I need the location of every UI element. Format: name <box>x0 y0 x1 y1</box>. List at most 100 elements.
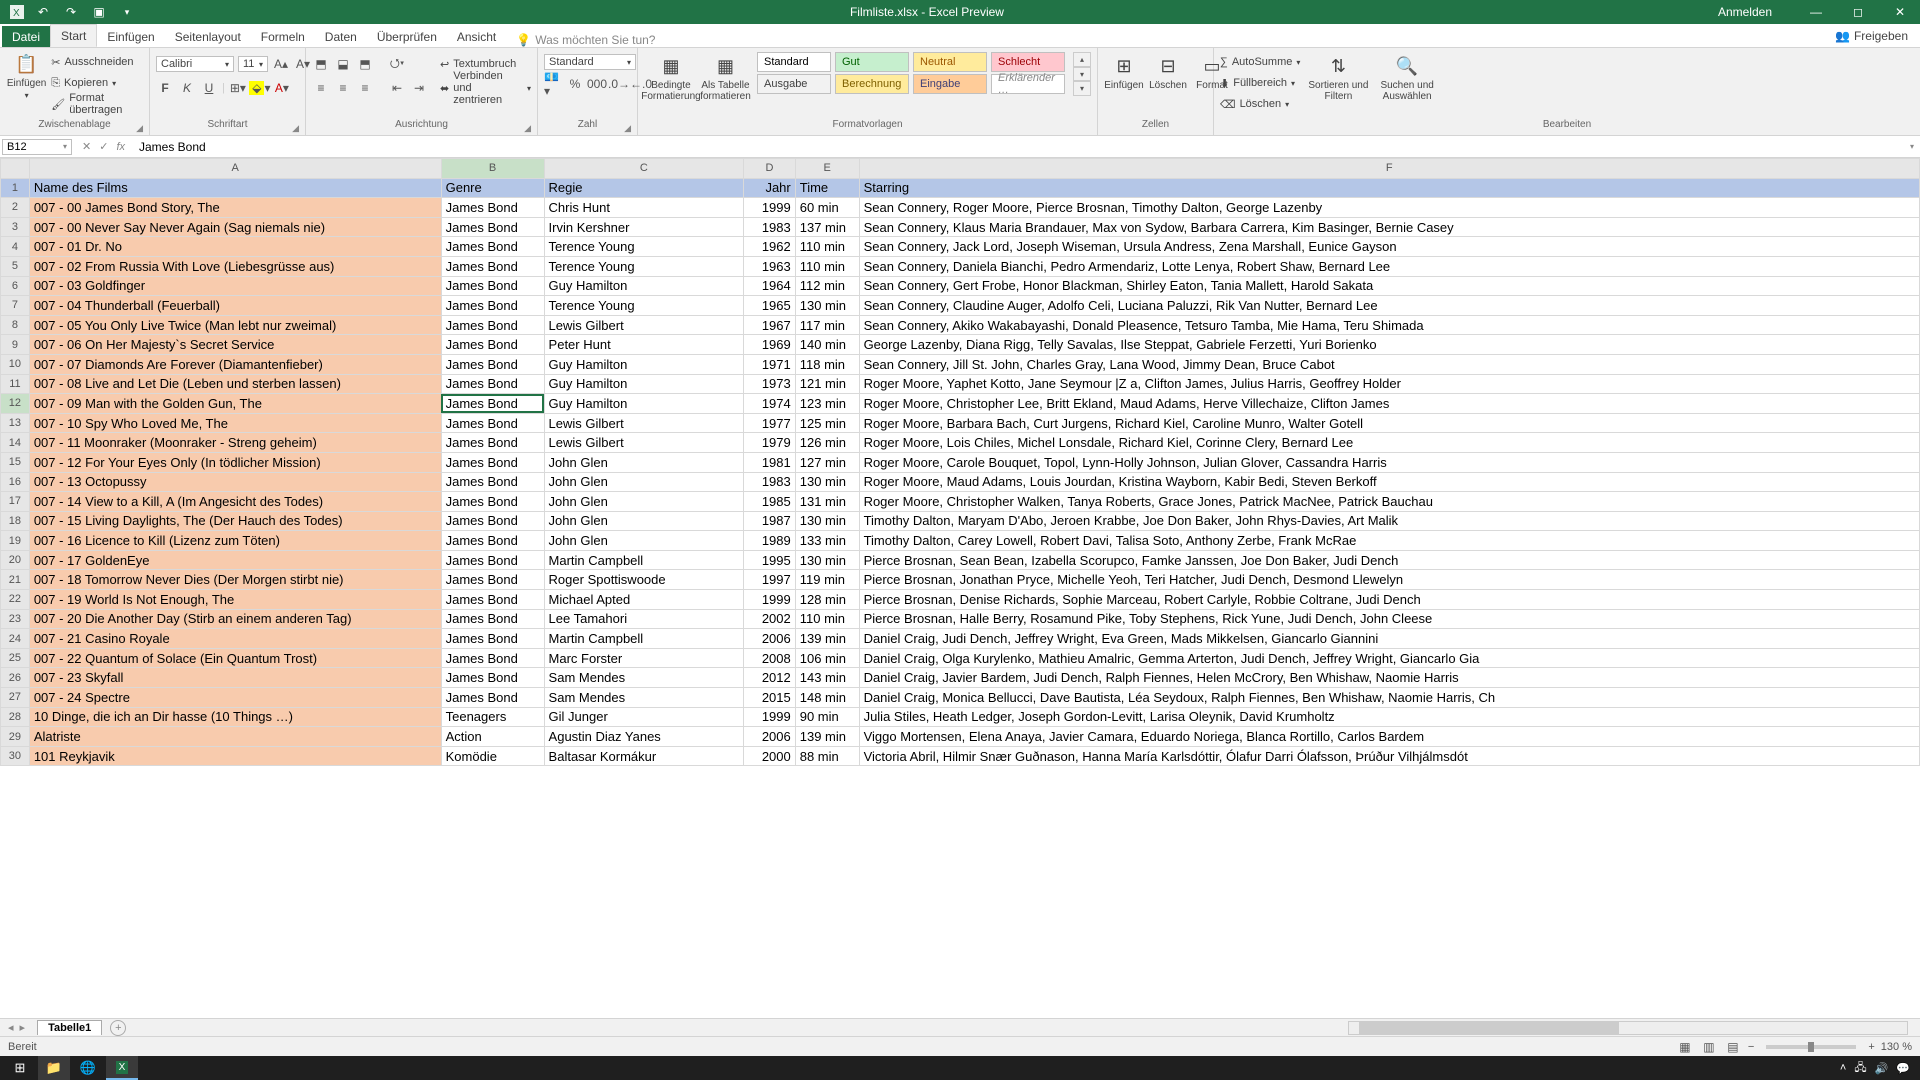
cell[interactable]: James Bond <box>441 688 544 708</box>
cell[interactable]: 007 - 13 Octopussy <box>29 472 441 492</box>
cell[interactable]: 1995 <box>744 550 795 570</box>
tab-page-layout[interactable]: Seitenlayout <box>165 26 251 47</box>
cell[interactable]: Irvin Kershner <box>544 217 744 237</box>
percent-icon[interactable]: % <box>566 75 584 93</box>
cell[interactable]: Daniel Craig, Javier Bardem, Judi Dench,… <box>859 668 1919 688</box>
cell[interactable]: 007 - 18 Tomorrow Never Dies (Der Morgen… <box>29 570 441 590</box>
column-header[interactable]: C <box>544 159 744 179</box>
cell[interactable]: 130 min <box>795 296 859 316</box>
cell[interactable]: 130 min <box>795 511 859 531</box>
cell[interactable]: James Bond <box>441 217 544 237</box>
cell[interactable]: Sean Connery, Jill St. John, Charles Gra… <box>859 354 1919 374</box>
tab-review[interactable]: Überprüfen <box>367 26 447 47</box>
cell[interactable]: George Lazenby, Diana Rigg, Telly Savala… <box>859 335 1919 355</box>
cell-style-pill[interactable]: Berechnung <box>835 74 909 94</box>
tab-insert[interactable]: Einfügen <box>97 26 164 47</box>
cell[interactable]: 1999 <box>744 198 795 218</box>
cell[interactable]: Roger Moore, Christopher Lee, Britt Ekla… <box>859 394 1919 414</box>
edge-browser-icon[interactable]: 🌐 <box>72 1056 104 1080</box>
cell[interactable]: Martin Campbell <box>544 629 744 649</box>
cell[interactable]: Guy Hamilton <box>544 394 744 414</box>
cell[interactable]: Sean Connery, Roger Moore, Pierce Brosna… <box>859 198 1919 218</box>
cell-style-pill[interactable]: Standard <box>757 52 831 72</box>
cell[interactable]: 130 min <box>795 550 859 570</box>
cell[interactable]: 2012 <box>744 668 795 688</box>
row-header[interactable]: 3 <box>1 217 30 237</box>
cell[interactable]: James Bond <box>441 550 544 570</box>
align-right-icon[interactable]: ≡ <box>356 79 374 97</box>
font-size-select[interactable]: 11▾ <box>238 56 268 72</box>
cell[interactable]: Terence Young <box>544 256 744 276</box>
cell[interactable]: 007 - 24 Spectre <box>29 688 441 708</box>
cell[interactable]: 119 min <box>795 570 859 590</box>
row-header[interactable]: 4 <box>1 237 30 257</box>
cell[interactable]: Lewis Gilbert <box>544 433 744 453</box>
cell[interactable]: 007 - 17 GoldenEye <box>29 550 441 570</box>
row-header[interactable]: 1 <box>1 178 30 198</box>
share-button[interactable]: 👥 Freigeben <box>1823 25 1920 47</box>
row-header[interactable]: 20 <box>1 550 30 570</box>
cell[interactable]: 007 - 05 You Only Live Twice (Man lebt n… <box>29 315 441 335</box>
cell[interactable]: Guy Hamilton <box>544 354 744 374</box>
zoom-out-button[interactable]: − <box>1748 1041 1754 1053</box>
cell[interactable]: Sean Connery, Daniela Bianchi, Pedro Arm… <box>859 256 1919 276</box>
cell[interactable]: 128 min <box>795 590 859 610</box>
row-header[interactable]: 10 <box>1 354 30 374</box>
zoom-slider[interactable] <box>1766 1045 1856 1049</box>
increase-decimal-icon[interactable]: .0→ <box>610 75 628 93</box>
cell[interactable]: 2015 <box>744 688 795 708</box>
cell[interactable]: 126 min <box>795 433 859 453</box>
tab-data[interactable]: Daten <box>315 26 367 47</box>
cell-styles-gallery[interactable]: StandardGutNeutralSchlechtAusgabeBerechn… <box>757 52 1067 94</box>
insert-cells-button[interactable]: ⊞Einfügen <box>1104 52 1144 93</box>
cell[interactable]: 117 min <box>795 315 859 335</box>
cell[interactable]: 2006 <box>744 727 795 747</box>
cell[interactable]: 1967 <box>744 315 795 335</box>
sheet-nav-next-icon[interactable]: ▸ <box>20 1021 26 1034</box>
align-bottom-icon[interactable]: ⬒ <box>356 55 374 73</box>
merge-center-button[interactable]: ⬌Verbinden und zentrieren▾ <box>440 78 531 98</box>
cell[interactable]: Timothy Dalton, Maryam D'Abo, Jeroen Kra… <box>859 511 1919 531</box>
row-header[interactable]: 29 <box>1 727 30 747</box>
cell[interactable]: 131 min <box>795 492 859 512</box>
cell[interactable]: 007 - 07 Diamonds Are Forever (Diamanten… <box>29 354 441 374</box>
cell[interactable]: 2008 <box>744 648 795 668</box>
cell[interactable]: James Bond <box>441 570 544 590</box>
alignment-launcher-icon[interactable]: ◢ <box>524 123 531 134</box>
cut-button[interactable]: ✂Ausschneiden <box>51 52 143 72</box>
cell[interactable]: Daniel Craig, Monica Bellucci, Dave Baut… <box>859 688 1919 708</box>
cell[interactable]: 60 min <box>795 198 859 218</box>
cell[interactable]: James Bond <box>441 256 544 276</box>
sort-filter-button[interactable]: ⇅Sortieren und Filtern <box>1304 52 1372 104</box>
column-header[interactable]: F <box>859 159 1919 179</box>
gallery-up-icon[interactable]: ▴ <box>1073 52 1091 67</box>
cell[interactable]: Roger Moore, Maud Adams, Louis Jourdan, … <box>859 472 1919 492</box>
cell[interactable]: Komödie <box>441 746 544 766</box>
cell[interactable]: 88 min <box>795 746 859 766</box>
cell[interactable]: Marc Forster <box>544 648 744 668</box>
cell-style-pill[interactable]: Gut <box>835 52 909 72</box>
align-top-icon[interactable]: ⬒ <box>312 55 330 73</box>
cell[interactable]: 1981 <box>744 452 795 472</box>
conditional-formatting-button[interactable]: ▦ Bedingte Formatierung <box>644 52 698 104</box>
cell[interactable]: Gil Junger <box>544 707 744 727</box>
cell[interactable]: 112 min <box>795 276 859 296</box>
row-header[interactable]: 26 <box>1 668 30 688</box>
copy-button[interactable]: ⎘Kopieren▾ <box>51 73 143 93</box>
cell[interactable]: Pierce Brosnan, Denise Richards, Sophie … <box>859 590 1919 610</box>
zoom-slider-thumb[interactable] <box>1808 1042 1814 1052</box>
cell[interactable]: Pierce Brosnan, Jonathan Pryce, Michelle… <box>859 570 1919 590</box>
cell[interactable]: 140 min <box>795 335 859 355</box>
redo-icon[interactable]: ↷ <box>62 3 80 21</box>
row-header[interactable]: 22 <box>1 590 30 610</box>
cell[interactable]: Lewis Gilbert <box>544 315 744 335</box>
cell[interactable]: 106 min <box>795 648 859 668</box>
cancel-formula-icon[interactable]: ✕ <box>82 140 91 153</box>
row-header[interactable]: 5 <box>1 256 30 276</box>
cell[interactable]: James Bond <box>441 590 544 610</box>
row-header[interactable]: 11 <box>1 374 30 394</box>
cell[interactable]: 143 min <box>795 668 859 688</box>
cell[interactable]: Roger Spottiswoode <box>544 570 744 590</box>
row-header[interactable]: 19 <box>1 531 30 551</box>
borders-button[interactable]: ⊞▾ <box>229 79 247 97</box>
